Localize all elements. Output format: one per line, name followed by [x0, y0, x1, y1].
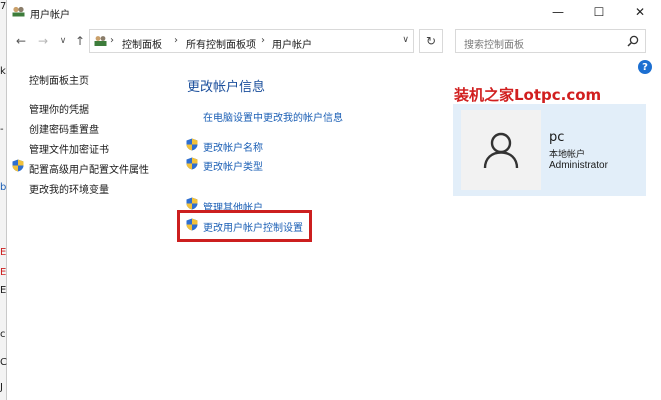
breadcrumb-separator: › [261, 35, 265, 46]
breadcrumb-separator: › [174, 35, 178, 46]
breadcrumb-control-panel[interactable]: 控制面板 [122, 36, 162, 51]
nav-manage-credentials[interactable]: 管理你的凭据 [29, 101, 89, 116]
background-window-edge: 7 k - b E E E c C J [0, 0, 7, 400]
control-panel-icon [94, 36, 107, 46]
link-change-account-name[interactable]: 更改帐户名称 [203, 139, 263, 154]
nav-control-panel-home[interactable]: 控制面板主页 [29, 72, 89, 87]
search-box[interactable]: 搜索控制面板 [455, 29, 646, 53]
uac-shield-icon [186, 157, 198, 170]
navigation-bar: ← → ∨ ↑ › 控制面板 › 所有控制面板项 › 用户帐户 ∨ ↻ 搜索控制… [7, 28, 661, 54]
bg-fragment: J [0, 382, 3, 393]
search-icon[interactable] [627, 35, 639, 47]
address-bar[interactable]: › 控制面板 › 所有控制面板项 › 用户帐户 ∨ [89, 29, 414, 53]
search-placeholder: 搜索控制面板 [464, 40, 524, 51]
user-accounts-icon [12, 6, 25, 17]
account-role-label: Administrator [549, 160, 608, 171]
uac-shield-icon [186, 138, 198, 151]
user-avatar-icon [483, 132, 519, 169]
link-change-account-type[interactable]: 更改帐户类型 [203, 158, 263, 173]
bg-fragment: c [0, 329, 6, 340]
minimize-button[interactable]: — [538, 0, 578, 24]
refresh-icon[interactable]: ↻ [419, 29, 443, 53]
avatar [461, 110, 541, 190]
back-arrow-icon[interactable]: ← [12, 30, 30, 52]
breadcrumb-all-items[interactable]: 所有控制面板项 [186, 36, 256, 51]
maximize-button[interactable]: ☐ [579, 0, 619, 24]
breadcrumb-separator: › [110, 35, 114, 46]
title-bar[interactable]: 用户帐户 — ☐ ✕ [7, 0, 661, 24]
nav-change-environment-variables[interactable]: 更改我的环境变量 [29, 181, 109, 196]
bg-fragment: 7 [0, 1, 7, 12]
address-dropdown-icon[interactable]: ∨ [402, 35, 409, 45]
close-button[interactable]: ✕ [620, 0, 660, 24]
watermark-text: 装机之家Lotpc.com [454, 86, 602, 104]
breadcrumb-user-accounts[interactable]: 用户帐户 [272, 36, 312, 51]
user-accounts-window: 用户帐户 — ☐ ✕ ← → ∨ ↑ › 控制面板 › 所有控制面板项 › 用户… [7, 0, 661, 400]
account-type-label: 本地帐户 [549, 150, 586, 160]
window-title: 用户帐户 [30, 10, 70, 21]
bg-fragment: E [0, 247, 7, 258]
bg-fragment: k [0, 66, 6, 77]
bg-fragment: - [0, 124, 4, 135]
red-highlight-box [177, 210, 312, 242]
help-icon[interactable]: ? [638, 60, 652, 74]
up-arrow-icon[interactable]: ↑ [71, 30, 89, 52]
bg-fragment: C [0, 357, 7, 368]
link-pc-settings-account-info[interactable]: 在电脑设置中更改我的帐户信息 [203, 109, 343, 124]
user-name: pc [549, 130, 565, 145]
nav-create-password-reset-disk[interactable]: 创建密码重置盘 [29, 121, 99, 136]
uac-shield-icon [12, 159, 24, 172]
forward-arrow-icon[interactable]: → [34, 30, 52, 52]
bg-fragment: E [0, 285, 7, 296]
page-title: 更改帐户信息 [187, 80, 266, 95]
nav-advanced-profile-properties[interactable]: 配置高级用户配置文件属性 [29, 161, 149, 176]
user-account-card: pc 本地帐户 Administrator [453, 104, 646, 196]
bg-fragment: b [0, 182, 7, 193]
bg-fragment: E [0, 267, 7, 278]
nav-manage-file-encryption-certificates[interactable]: 管理文件加密证书 [29, 141, 109, 156]
uac-shield-icon [186, 197, 198, 210]
recent-locations-chevron-icon[interactable]: ∨ [54, 30, 72, 52]
